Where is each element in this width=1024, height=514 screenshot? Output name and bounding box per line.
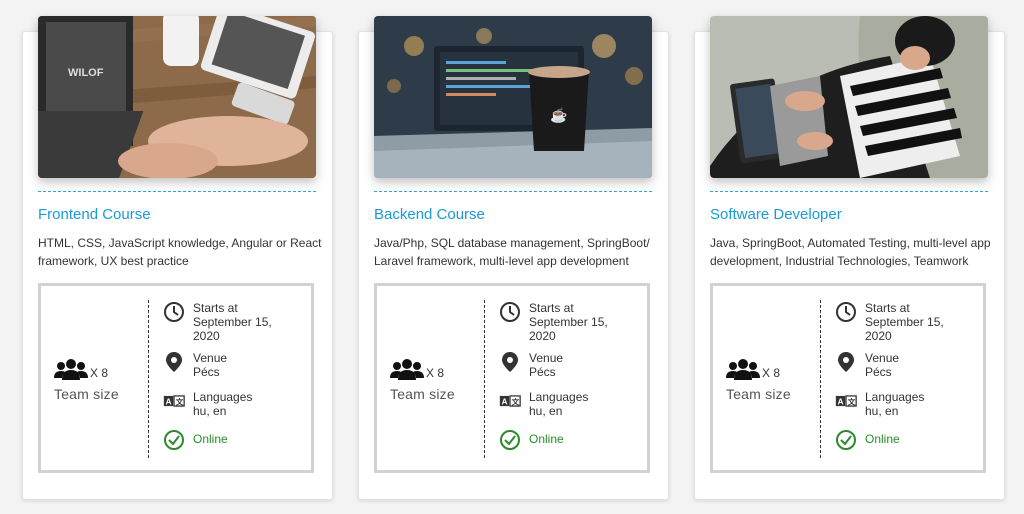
map-pin-icon: [502, 352, 518, 372]
team-icon: [390, 359, 424, 380]
online-row: Online: [163, 429, 228, 451]
online-status: Online: [193, 432, 228, 446]
team-count: X 8: [426, 366, 445, 380]
course-title[interactable]: Backend Course: [374, 206, 485, 223]
venue-label: Venue: [193, 351, 228, 365]
venue-label: Venue: [529, 351, 564, 365]
clock-icon: [836, 302, 856, 322]
course-cards: WILOF Frontend Course HTML, CSS, JavaScr…: [0, 0, 1024, 514]
course-card-frontend[interactable]: WILOF Frontend Course HTML, CSS, JavaScr…: [22, 16, 333, 500]
starts-date: September 15, 2020: [865, 315, 944, 343]
card-divider: [374, 191, 652, 192]
languages-row: A 文 Languages hu, en: [835, 390, 924, 418]
starts-row: Starts at September 15, 2020: [499, 301, 619, 343]
team-icon: [726, 359, 760, 380]
coffee-laptop-photo: ☕: [374, 16, 652, 178]
laptop-typing-photo: WILOF: [38, 16, 316, 178]
venue-label: Venue: [865, 351, 900, 365]
course-info-box: X 8 Team size Starts at September 15, 20…: [374, 283, 650, 473]
starts-label: Starts at: [193, 301, 238, 315]
translate-icon: A 文: [835, 395, 857, 407]
team-icon: [54, 359, 88, 380]
svg-text:A: A: [502, 396, 508, 406]
svg-text:WILOF: WILOF: [68, 67, 104, 79]
team-size-block: X 8 Team size: [390, 356, 470, 402]
info-separator: [820, 300, 821, 458]
team-size-block: X 8 Team size: [54, 356, 134, 402]
venue-value: Pécs: [865, 365, 892, 379]
starts-date: September 15, 2020: [193, 315, 272, 343]
course-description: Java/Php, SQL database management, Sprin…: [374, 236, 650, 268]
starts-label: Starts at: [865, 301, 910, 315]
team-count: X 8: [762, 366, 781, 380]
course-description: Java, SpringBoot, Automated Testing, mul…: [710, 236, 991, 268]
check-circle-icon: [164, 430, 184, 450]
map-pin-icon: [838, 352, 854, 372]
starts-row: Starts at September 15, 2020: [163, 301, 283, 343]
translate-icon: A 文: [499, 395, 521, 407]
online-status: Online: [529, 432, 564, 446]
svg-text:文: 文: [848, 396, 856, 406]
info-separator: [148, 300, 149, 458]
venue-value: Pécs: [193, 365, 220, 379]
languages-label: Languages: [529, 390, 589, 404]
course-card-backend[interactable]: ☕ Backend Course Java/Php, SQL database …: [358, 16, 669, 500]
team-size-label: Team size: [726, 386, 791, 402]
languages-value: hu, en: [529, 404, 563, 418]
course-card-software-developer[interactable]: Software Developer Java, SpringBoot, Aut…: [694, 16, 1005, 500]
map-pin-icon: [166, 352, 182, 372]
course-description: HTML, CSS, JavaScript knowledge, Angular…: [38, 236, 322, 268]
team-size-block: X 8 Team size: [726, 356, 806, 402]
check-circle-icon: [836, 430, 856, 450]
svg-text:文: 文: [512, 396, 520, 406]
languages-label: Languages: [193, 390, 253, 404]
languages-value: hu, en: [865, 404, 899, 418]
languages-value: hu, en: [193, 404, 227, 418]
languages-row: A 文 Languages hu, en: [499, 390, 588, 418]
svg-text:☕: ☕: [550, 106, 567, 124]
starts-row: Starts at September 15, 2020: [835, 301, 955, 343]
online-status: Online: [865, 432, 900, 446]
venue-row: Venue Pécs: [499, 351, 563, 379]
team-count: X 8: [90, 366, 109, 380]
course-title[interactable]: Frontend Course: [38, 206, 151, 223]
svg-text:A: A: [838, 396, 844, 406]
card-divider: [710, 191, 988, 192]
course-title[interactable]: Software Developer: [710, 206, 842, 223]
developer-laptop-photo: [710, 16, 988, 178]
card-divider: [38, 191, 316, 192]
info-separator: [484, 300, 485, 458]
starts-label: Starts at: [529, 301, 574, 315]
course-info-box: X 8 Team size Starts at September 15, 20…: [710, 283, 986, 473]
check-circle-icon: [500, 430, 520, 450]
venue-row: Venue Pécs: [163, 351, 227, 379]
team-size-label: Team size: [390, 386, 455, 402]
clock-icon: [164, 302, 184, 322]
svg-text:A: A: [166, 396, 172, 406]
venue-row: Venue Pécs: [835, 351, 899, 379]
translate-icon: A 文: [163, 395, 185, 407]
team-size-label: Team size: [54, 386, 119, 402]
clock-icon: [500, 302, 520, 322]
online-row: Online: [499, 429, 564, 451]
starts-date: September 15, 2020: [529, 315, 608, 343]
svg-text:文: 文: [176, 396, 184, 406]
languages-row: A 文 Languages hu, en: [163, 390, 252, 418]
venue-value: Pécs: [529, 365, 556, 379]
online-row: Online: [835, 429, 900, 451]
languages-label: Languages: [865, 390, 925, 404]
course-info-box: X 8 Team size Starts at September 15, 20…: [38, 283, 314, 473]
